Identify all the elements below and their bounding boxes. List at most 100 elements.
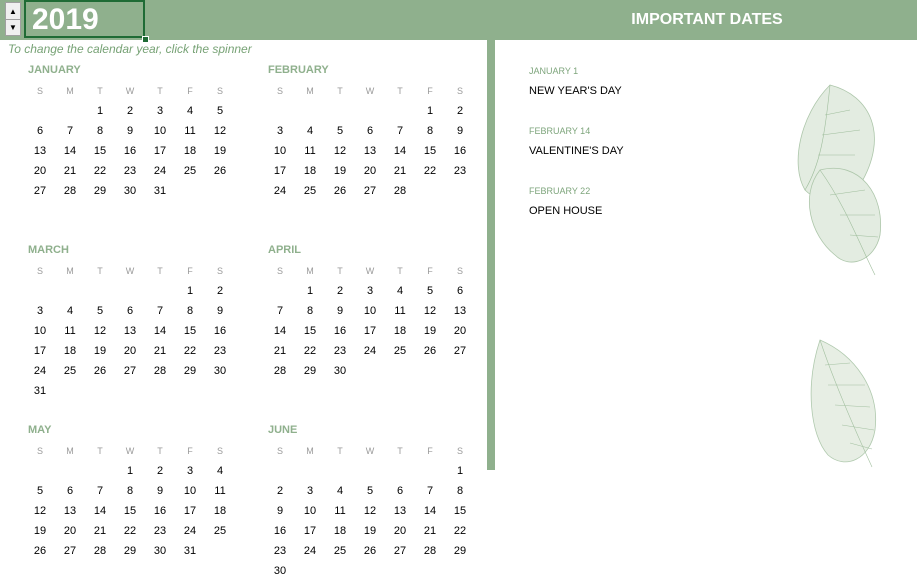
calendar-day[interactable]: 30 [205,365,235,377]
calendar-day[interactable]: 20 [445,325,475,337]
event-name[interactable]: VALENTINE'S DAY [529,145,624,157]
calendar-day[interactable]: 14 [145,325,175,337]
calendar-day[interactable]: 14 [415,505,445,517]
calendar-day[interactable]: 15 [175,325,205,337]
calendar-day[interactable]: 28 [85,545,115,557]
calendar-day[interactable]: 5 [205,105,235,117]
calendar-day[interactable]: 7 [385,125,415,137]
calendar-day[interactable]: 22 [415,165,445,177]
calendar-day[interactable]: 12 [85,325,115,337]
calendar-day[interactable]: 19 [415,325,445,337]
calendar-day[interactable]: 27 [55,545,85,557]
calendar-day[interactable]: 21 [145,345,175,357]
calendar-day[interactable]: 25 [325,545,355,557]
calendar-day[interactable]: 11 [325,505,355,517]
calendar-day[interactable]: 17 [145,145,175,157]
calendar-day[interactable]: 28 [145,365,175,377]
calendar-day[interactable]: 13 [355,145,385,157]
calendar-day[interactable]: 15 [415,145,445,157]
calendar-day[interactable]: 16 [205,325,235,337]
calendar-day[interactable]: 18 [175,145,205,157]
calendar-day[interactable]: 19 [355,525,385,537]
calendar-day[interactable]: 1 [115,465,145,477]
calendar-day[interactable]: 20 [385,525,415,537]
calendar-day[interactable]: 17 [295,525,325,537]
calendar-day[interactable]: 12 [355,505,385,517]
calendar-day[interactable]: 11 [205,485,235,497]
calendar-day[interactable]: 4 [295,125,325,137]
spinner-up-icon[interactable]: ▲ [6,3,20,20]
calendar-day[interactable]: 8 [415,125,445,137]
calendar-day[interactable]: 27 [115,365,145,377]
calendar-day[interactable]: 5 [85,305,115,317]
calendar-day[interactable]: 12 [415,305,445,317]
calendar-day[interactable]: 5 [415,285,445,297]
calendar-day[interactable]: 22 [445,525,475,537]
calendar-day[interactable]: 4 [385,285,415,297]
calendar-day[interactable]: 9 [445,125,475,137]
calendar-day[interactable]: 30 [145,545,175,557]
calendar-day[interactable]: 26 [325,185,355,197]
calendar-day[interactable]: 15 [295,325,325,337]
year-spinner[interactable]: ▲ ▼ [5,2,21,36]
calendar-day[interactable]: 14 [265,325,295,337]
calendar-day[interactable]: 13 [385,505,415,517]
spinner-down-icon[interactable]: ▼ [6,19,20,35]
calendar-day[interactable]: 3 [265,125,295,137]
calendar-day[interactable]: 5 [25,485,55,497]
calendar-day[interactable]: 23 [445,165,475,177]
calendar-day[interactable]: 18 [385,325,415,337]
calendar-day[interactable]: 12 [25,505,55,517]
calendar-day[interactable]: 15 [115,505,145,517]
calendar-day[interactable]: 2 [265,485,295,497]
calendar-day[interactable]: 7 [265,305,295,317]
calendar-day[interactable]: 29 [295,365,325,377]
calendar-day[interactable]: 15 [85,145,115,157]
calendar-day[interactable]: 13 [115,325,145,337]
calendar-day[interactable]: 23 [145,525,175,537]
calendar-day[interactable]: 2 [325,285,355,297]
calendar-day[interactable]: 16 [145,505,175,517]
calendar-day[interactable]: 17 [265,165,295,177]
calendar-day[interactable]: 29 [445,545,475,557]
calendar-day[interactable]: 4 [55,305,85,317]
calendar-day[interactable]: 19 [205,145,235,157]
calendar-day[interactable]: 3 [175,465,205,477]
calendar-day[interactable]: 10 [295,505,325,517]
calendar-day[interactable]: 20 [55,525,85,537]
calendar-day[interactable]: 31 [145,185,175,197]
calendar-day[interactable]: 29 [175,365,205,377]
calendar-day[interactable]: 25 [205,525,235,537]
calendar-day[interactable]: 13 [445,305,475,317]
calendar-day[interactable]: 6 [445,285,475,297]
calendar-day[interactable]: 18 [325,525,355,537]
calendar-day[interactable]: 17 [175,505,205,517]
calendar-day[interactable]: 1 [85,105,115,117]
calendar-day[interactable]: 23 [265,545,295,557]
calendar-day[interactable]: 16 [445,145,475,157]
calendar-day[interactable]: 28 [415,545,445,557]
calendar-day[interactable]: 11 [385,305,415,317]
calendar-day[interactable]: 3 [25,305,55,317]
calendar-day[interactable]: 30 [325,365,355,377]
calendar-day[interactable]: 9 [115,125,145,137]
calendar-day[interactable]: 2 [115,105,145,117]
calendar-day[interactable]: 14 [385,145,415,157]
calendar-day[interactable]: 29 [115,545,145,557]
calendar-day[interactable]: 7 [85,485,115,497]
calendar-day[interactable]: 11 [295,145,325,157]
calendar-day[interactable]: 20 [355,165,385,177]
calendar-day[interactable]: 24 [265,185,295,197]
calendar-day[interactable]: 6 [385,485,415,497]
calendar-day[interactable]: 16 [325,325,355,337]
calendar-day[interactable]: 21 [265,345,295,357]
calendar-day[interactable]: 23 [325,345,355,357]
calendar-day[interactable]: 9 [205,305,235,317]
calendar-day[interactable]: 26 [355,545,385,557]
calendar-day[interactable]: 3 [145,105,175,117]
calendar-day[interactable]: 28 [55,185,85,197]
calendar-day[interactable]: 19 [325,165,355,177]
calendar-day[interactable]: 16 [265,525,295,537]
calendar-day[interactable]: 23 [115,165,145,177]
calendar-day[interactable]: 22 [85,165,115,177]
